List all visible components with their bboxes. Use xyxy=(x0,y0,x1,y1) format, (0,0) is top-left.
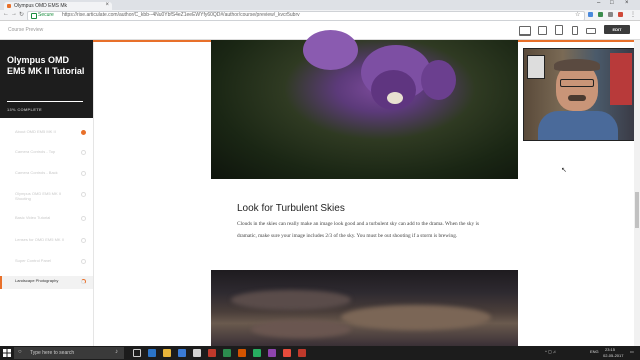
section-paragraph: Clouds in the skies can really make an i… xyxy=(237,221,480,239)
mouse-cursor-icon: ↖ xyxy=(561,167,567,174)
microphone-icon[interactable]: ♪ xyxy=(115,349,118,355)
extension-icon[interactable] xyxy=(598,12,603,17)
progress-bar xyxy=(7,101,83,102)
preview-title: Course Preview xyxy=(8,27,44,33)
edge-icon[interactable] xyxy=(148,349,156,357)
sidebar-item[interactable]: Camera Controls - Back xyxy=(0,168,93,181)
sidebar-item-active[interactable]: Landscape Photography xyxy=(0,276,93,289)
language-indicator[interactable]: ENG xyxy=(590,349,599,354)
app-icon[interactable] xyxy=(238,349,246,357)
tablet-landscape-icon[interactable] xyxy=(538,26,547,35)
menu-icon[interactable]: ⋮ xyxy=(630,11,636,18)
incomplete-icon xyxy=(81,150,86,155)
sidebar-item[interactable]: Lenses for OMD EM5 MK II xyxy=(0,235,93,248)
tray-icons[interactable]: ^ ▢ ♫ xyxy=(545,349,556,354)
browser-tab[interactable]: Olympus OMD EMS Mk × xyxy=(4,2,112,10)
incomplete-icon xyxy=(81,238,86,243)
phone-landscape-icon[interactable] xyxy=(586,28,596,34)
url-text: https://rise.articulate.com/author/C_kbb… xyxy=(62,12,300,18)
forward-icon[interactable]: → xyxy=(11,11,17,17)
flower-petal xyxy=(421,60,456,100)
sidebar-item-label: Lenses for OMD EM5 MK II xyxy=(15,237,64,242)
presenter-shirt xyxy=(538,111,618,140)
favicon-icon xyxy=(7,4,11,8)
bookshelf xyxy=(610,53,632,105)
search-icon: ○ xyxy=(18,349,22,355)
section-heading: Look for Turbulent Skies xyxy=(237,203,345,214)
in-progress-icon xyxy=(81,279,86,284)
clock-date[interactable]: 02-05-2017 xyxy=(603,353,623,358)
incomplete-icon xyxy=(81,216,86,221)
scrollbar-thumb[interactable] xyxy=(635,192,639,228)
extension-icon[interactable] xyxy=(618,12,623,17)
sidebar-item-label: Basic Video Tutorial xyxy=(15,215,51,220)
windows-start-icon[interactable] xyxy=(3,349,11,357)
mail-icon[interactable] xyxy=(193,349,201,357)
store-icon[interactable] xyxy=(178,349,186,357)
wall-frame xyxy=(527,55,545,79)
glasses xyxy=(560,79,594,87)
cloud-shape xyxy=(231,290,351,310)
extension-icon[interactable] xyxy=(588,12,593,17)
app-icon[interactable] xyxy=(253,349,261,357)
excel-icon[interactable] xyxy=(223,349,231,357)
progress-label: 13% COMPLETE xyxy=(7,107,42,112)
sidebar-item-label: Super Control Panel xyxy=(15,258,52,263)
presenter-hair xyxy=(554,59,600,71)
sidebar-item-label: Landscape Photography xyxy=(15,278,59,283)
chrome-icon[interactable] xyxy=(283,349,291,357)
task-view-icon[interactable] xyxy=(133,349,141,357)
taskbar-search-placeholder: Type here to search xyxy=(30,350,75,356)
sidebar-item-label: Camera Controls - Top xyxy=(15,149,56,154)
notification-icon[interactable]: ▭ xyxy=(630,349,634,354)
mustache xyxy=(568,95,586,101)
app-icon[interactable] xyxy=(208,349,216,357)
address-bar[interactable]: Secure https://rise.articulate.com/autho… xyxy=(27,11,585,21)
sidebar-item[interactable]: Basic Video Tutorial xyxy=(0,213,93,226)
close-tab-icon[interactable]: × xyxy=(105,2,109,8)
flower-petal xyxy=(371,70,416,110)
minimize-icon[interactable]: – xyxy=(597,0,600,6)
orchid-image xyxy=(211,30,518,179)
star-icon[interactable]: ☆ xyxy=(575,11,580,18)
sidebar-item[interactable]: About OMD EM5 MK II xyxy=(0,127,93,140)
extension-icon[interactable] xyxy=(608,12,613,17)
file-explorer-icon[interactable] xyxy=(163,349,171,357)
sidebar-item-label: Camera Controls - Back xyxy=(15,170,58,175)
clock-time[interactable]: 23:15 xyxy=(605,347,615,352)
tablet-portrait-icon[interactable] xyxy=(555,25,563,35)
cloud-shape xyxy=(251,320,351,338)
course-title: Olympus OMD EM5 MK II Tutorial xyxy=(7,55,85,76)
sidebar-item-label: Olympus OMD EM5 MK II Shooting xyxy=(15,191,62,201)
close-window-icon[interactable]: × xyxy=(625,0,629,6)
back-icon[interactable]: ← xyxy=(3,11,9,17)
tab-title: Olympus OMD EMS Mk xyxy=(14,3,68,9)
complete-icon xyxy=(81,130,86,135)
desktop-view-icon[interactable] xyxy=(519,26,531,36)
webcam-overlay xyxy=(523,48,636,141)
cloud-shape xyxy=(341,305,491,330)
phone-portrait-icon[interactable] xyxy=(572,26,578,35)
reload-icon[interactable]: ↻ xyxy=(19,11,24,18)
maximize-icon[interactable]: □ xyxy=(610,0,614,6)
flower-center xyxy=(387,92,403,104)
sidebar-item-label: About OMD EM5 MK II xyxy=(15,129,56,134)
incomplete-icon xyxy=(81,192,86,197)
sidebar-item[interactable]: Super Control Panel xyxy=(0,256,93,269)
flower-petal xyxy=(303,30,358,70)
sidebar-item[interactable]: Olympus OMD EM5 MK II Shooting xyxy=(0,189,93,202)
app-icon[interactable] xyxy=(268,349,276,357)
edit-button[interactable]: EDIT xyxy=(604,25,630,34)
lock-icon xyxy=(31,13,37,19)
sidebar-item[interactable]: Camera Controls - Top xyxy=(0,147,93,160)
incomplete-icon xyxy=(81,171,86,176)
turbulent-sky-image xyxy=(211,270,518,346)
app-icon[interactable] xyxy=(298,349,306,357)
secure-label: Secure xyxy=(38,12,54,18)
sidebar-header: Olympus OMD EM5 MK II Tutorial 13% COMPL… xyxy=(0,40,93,118)
incomplete-icon xyxy=(81,259,86,264)
